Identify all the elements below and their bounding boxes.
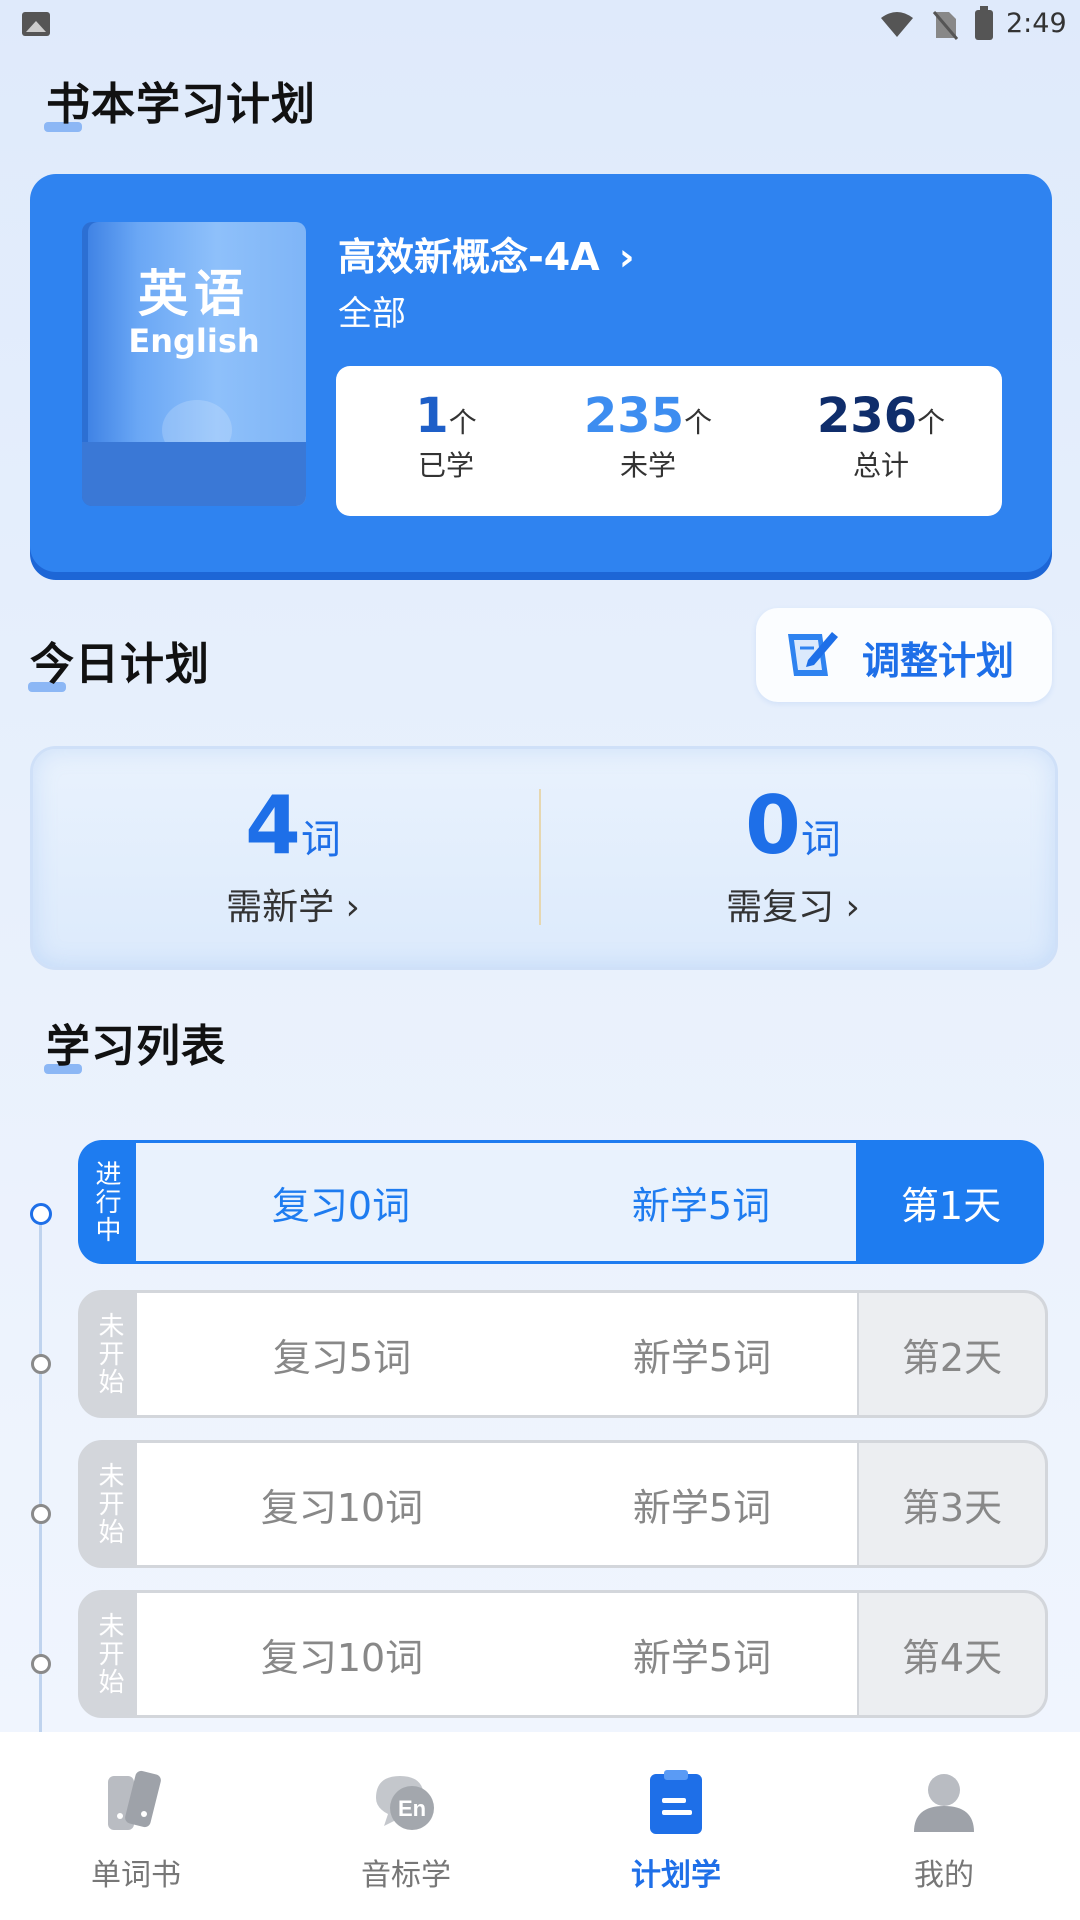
photo-notification-icon	[22, 12, 50, 36]
stat-total-value: 236	[816, 388, 918, 444]
stat-learned-label: 已学	[417, 449, 474, 482]
new-words-button[interactable]: 4词 需新学 ›	[53, 779, 533, 930]
review-words-count: 0	[745, 779, 801, 872]
battery-icon	[975, 6, 993, 40]
study-day-row[interactable]: 未开始 复习5词 新学5词 第2天	[78, 1290, 1048, 1418]
book-plan-title: 书本学习计划	[44, 68, 316, 132]
row-review: 复习5词	[272, 1335, 412, 1380]
row-status: 未开始	[94, 1612, 124, 1696]
stat-total-unit: 个	[917, 406, 946, 439]
nav-phonetic-label: 音标学	[361, 1858, 451, 1893]
stat-unlearned: 235个 未学	[558, 388, 738, 484]
row-new: 新学5词	[632, 1485, 772, 1530]
wifi-icon	[881, 12, 913, 37]
book-scope: 全部	[338, 294, 406, 334]
book-stats: 1个 已学 235个 未学 236个 总计	[336, 366, 1002, 516]
nav-phonetic[interactable]: En 音标学	[306, 1768, 506, 1894]
plan-divider	[539, 789, 541, 925]
row-content: 复习10词 新学5词	[137, 1443, 857, 1565]
study-list-title-text: 学习列表	[46, 1021, 226, 1072]
row-status: 进行中	[91, 1160, 121, 1244]
timeline-dot-active	[30, 1203, 52, 1225]
nav-word-book-label: 单词书	[91, 1858, 181, 1893]
no-sim-icon	[932, 11, 958, 40]
study-list-title: 学习列表	[44, 1010, 226, 1074]
row-day: 第1天	[900, 1183, 1002, 1228]
review-words-label: 需复习 ›	[726, 887, 860, 928]
row-content: 复习0词 新学5词	[136, 1143, 856, 1261]
review-words-button[interactable]: 0词 需复习 ›	[553, 779, 1033, 930]
status-bar: 2:49	[0, 0, 1080, 52]
row-status: 未开始	[94, 1462, 124, 1546]
adjust-plan-label: 调整计划	[862, 639, 1015, 683]
chevron-right-icon: ›	[618, 235, 635, 279]
book-name-link[interactable]: 高效新概念-4A ›	[338, 226, 635, 281]
cover-bottom-band	[82, 442, 306, 506]
row-review: 复习10词	[260, 1635, 424, 1680]
today-plan-card: 4词 需新学 › 0词 需复习 ›	[30, 746, 1058, 970]
book-name: 高效新概念-4A	[338, 235, 600, 279]
study-day-row[interactable]: 未开始 复习10词 新学5词 第3天	[78, 1440, 1048, 1568]
bottom-nav: 单词书 En 音标学 计划学 我的	[0, 1732, 1080, 1920]
book-card[interactable]: 英语 English 高效新概念-4A › 全部 1个 已学 235个 未学 2…	[30, 174, 1052, 572]
plan-icon	[650, 1770, 702, 1834]
stat-learned-unit: 个	[448, 406, 477, 439]
stat-unlearned-label: 未学	[619, 449, 676, 482]
today-plan-title-text: 今日计划	[30, 639, 210, 690]
row-new: 新学5词	[632, 1635, 772, 1680]
status-time: 2:49	[1006, 8, 1067, 39]
stat-unlearned-unit: 个	[684, 406, 713, 439]
timeline-dot	[31, 1354, 51, 1374]
row-status: 未开始	[94, 1312, 124, 1396]
cover-cn-text: 英语	[138, 265, 250, 323]
study-day-row[interactable]: 未开始 复习10词 新学5词 第4天	[78, 1590, 1048, 1718]
phonetic-icon: En	[376, 1776, 434, 1830]
book-cover: 英语 English	[82, 222, 306, 506]
timeline-dot	[31, 1654, 51, 1674]
nav-plan-label: 计划学	[631, 1858, 721, 1893]
book-plan-title-text: 书本学习计划	[46, 79, 316, 130]
edit-plan-icon	[788, 632, 838, 676]
new-words-count: 4	[245, 779, 301, 872]
row-new: 新学5词	[632, 1335, 772, 1380]
svg-text:En: En	[398, 1796, 426, 1821]
study-day-row[interactable]: 进行中 复习0词 新学5词 第1天	[78, 1140, 1044, 1264]
row-content: 复习5词 新学5词	[137, 1293, 857, 1415]
row-day: 第4天	[859, 1593, 1045, 1715]
nav-word-book[interactable]: 单词书	[36, 1768, 236, 1894]
stat-unlearned-value: 235	[583, 388, 685, 444]
nav-profile[interactable]: 我的	[844, 1768, 1044, 1894]
row-review: 复习0词	[271, 1183, 411, 1228]
row-new: 新学5词	[631, 1183, 771, 1228]
nav-plan[interactable]: 计划学	[576, 1768, 776, 1894]
new-words-label: 需新学 ›	[226, 887, 360, 928]
timeline-dot	[31, 1504, 51, 1524]
adjust-plan-button[interactable]: 调整计划	[756, 608, 1052, 702]
row-content: 复习10词 新学5词	[137, 1593, 857, 1715]
stat-learned-value: 1	[415, 388, 449, 444]
word-book-icon	[108, 1770, 161, 1830]
row-day: 第3天	[859, 1443, 1045, 1565]
nav-profile-label: 我的	[914, 1858, 974, 1893]
cover-en-text: English	[128, 322, 260, 360]
row-day: 第2天	[859, 1293, 1045, 1415]
today-plan-title: 今日计划	[28, 628, 210, 692]
stat-total-label: 总计	[852, 449, 909, 482]
review-words-unit: 词	[800, 817, 841, 863]
row-review: 复习10词	[260, 1485, 424, 1530]
new-words-unit: 词	[300, 817, 341, 863]
stat-learned: 1个 已学	[366, 388, 526, 484]
stat-total: 236个 总计	[791, 388, 971, 484]
profile-icon	[914, 1774, 974, 1832]
